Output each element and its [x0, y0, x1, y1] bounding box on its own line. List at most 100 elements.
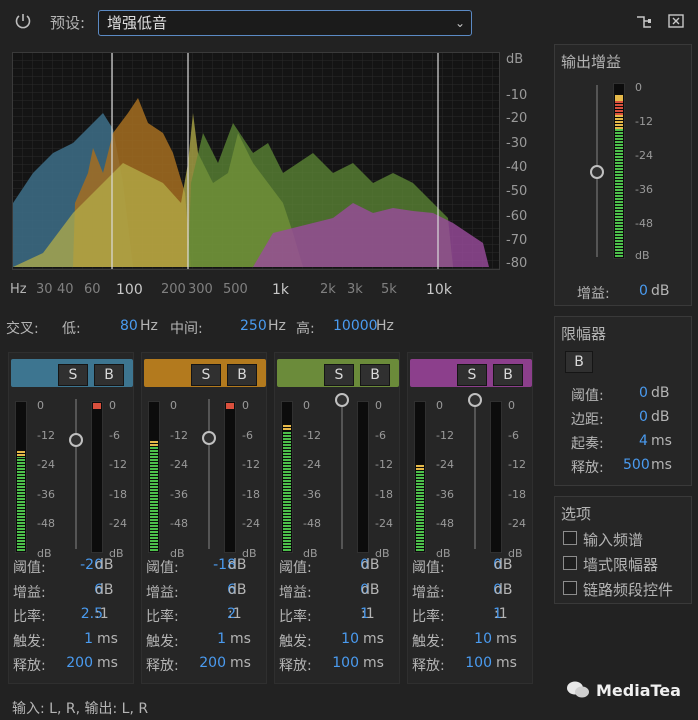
limiter-attack-unit: ms: [651, 433, 672, 449]
chat-icon: [566, 680, 590, 700]
band-ratio-label: 比率:: [412, 609, 445, 625]
band-attack-value[interactable]: 10: [474, 631, 492, 647]
band-solo-button[interactable]: S: [457, 364, 487, 386]
crossover-low-value[interactable]: 80: [120, 318, 138, 334]
band-gain-slider-track[interactable]: [474, 399, 476, 549]
band-release-value[interactable]: 200: [66, 655, 93, 671]
gr-tick: -12: [109, 458, 127, 471]
freq-tick: 30: [36, 282, 53, 297]
band-ratio-unit: :1: [228, 606, 242, 622]
link-band-controls-checkbox[interactable]: [563, 581, 577, 595]
crossover-high-value[interactable]: 10000: [333, 318, 378, 334]
input-spectrum-label[interactable]: 输入频谱: [583, 529, 643, 550]
input-tick: -12: [436, 428, 454, 442]
band-gain-slider-knob[interactable]: [202, 431, 216, 445]
band-bypass-button[interactable]: B: [94, 364, 124, 386]
band-attack-value[interactable]: 1: [84, 631, 93, 647]
band-gain-slider-track[interactable]: [341, 399, 343, 549]
routing-icon[interactable]: [636, 14, 652, 30]
limiter-attack-value[interactable]: 4: [639, 433, 648, 449]
band-bypass-button[interactable]: B: [360, 364, 390, 386]
band-input-meter: [414, 401, 426, 553]
output-gain-value[interactable]: 0: [639, 283, 648, 299]
band-threshold-label: 阈值:: [13, 560, 46, 576]
band-gain-label: 增益:: [146, 584, 179, 601]
band-release-value[interactable]: 100: [465, 655, 492, 671]
band-release-label: 释放:: [279, 658, 312, 674]
band-gain-slider-track[interactable]: [208, 399, 210, 549]
output-gain-panel: 输出增益 0 -12 -24 -36 -48 dB 增益: 0 dB: [554, 44, 692, 306]
band-attack-unit: ms: [97, 630, 118, 647]
band-release-value[interactable]: 200: [199, 655, 226, 671]
band-release-value[interactable]: 100: [332, 655, 359, 671]
brickwall-limiter-label[interactable]: 墙式限幅器: [583, 554, 658, 575]
limiter-threshold-unit: dB: [651, 385, 670, 401]
limiter-release-unit: ms: [651, 457, 672, 473]
band-gain-slider-knob[interactable]: [69, 433, 83, 447]
limiter-threshold-value[interactable]: 0: [639, 385, 648, 401]
chevron-down-icon: ⌄: [454, 16, 465, 30]
input-tick: -48: [170, 517, 188, 530]
output-gain-unit: dB: [651, 283, 670, 299]
band-gain-label: 增益:: [412, 584, 445, 601]
band-gain-unit: dB: [494, 581, 513, 598]
band-attack-value[interactable]: 10: [341, 631, 359, 647]
band-attack-unit: ms: [363, 630, 384, 647]
band-gain-label: 增益:: [279, 584, 312, 601]
db-tick: -30: [506, 136, 528, 151]
spectrum-display[interactable]: [12, 52, 500, 270]
input-tick: -24: [436, 458, 454, 471]
band-solo-button[interactable]: S: [191, 364, 221, 386]
window-icon[interactable]: [668, 14, 684, 28]
output-tick: dB: [635, 249, 650, 262]
db-tick: -20: [506, 111, 528, 126]
input-tick: -12: [303, 428, 321, 442]
preset-label: 预设:: [50, 14, 86, 32]
output-gain-slider-knob[interactable]: [590, 165, 604, 179]
band-attack-value[interactable]: 1: [217, 631, 226, 647]
band-bypass-button[interactable]: B: [227, 364, 257, 386]
input-tick: -48: [436, 517, 454, 530]
frequency-scale: Hz 30 40 60 100 200 300 500 1k 2k 3k 5k …: [10, 282, 500, 300]
band-solo-button[interactable]: S: [58, 364, 88, 386]
band-gain-slider-knob[interactable]: [335, 393, 349, 407]
crossover-high-label: 高:: [296, 321, 315, 337]
limiter-margin-value[interactable]: 0: [639, 409, 648, 425]
band-solo-button[interactable]: S: [324, 364, 354, 386]
crossover-mid-value[interactable]: 250: [240, 318, 267, 334]
brickwall-limiter-checkbox[interactable]: [563, 556, 577, 570]
band-header: S B: [144, 359, 266, 387]
band-input-meter: [148, 401, 160, 553]
limiter-release-label: 释放:: [571, 460, 604, 476]
band-attack-unit: ms: [230, 630, 251, 647]
power-icon[interactable]: [14, 12, 32, 30]
band-release-unit: ms: [496, 655, 517, 671]
db-tick: -70: [506, 233, 528, 248]
link-band-controls-label[interactable]: 链路频段控件: [583, 579, 673, 600]
gr-tick: -18: [242, 487, 260, 501]
limiter-threshold-label: 阈值:: [571, 388, 604, 404]
crossover-low-label: 低:: [62, 321, 81, 337]
band-gain-slider-knob[interactable]: [468, 393, 482, 407]
band-bypass-button[interactable]: B: [493, 364, 523, 386]
output-level-meter: [613, 83, 625, 259]
band-ratio-label: 比率:: [13, 609, 46, 625]
band-attack-label: 触发:: [146, 633, 179, 650]
input-spectrum-checkbox[interactable]: [563, 531, 577, 545]
gr-tick: -18: [109, 487, 127, 501]
gr-tick: -18: [508, 487, 526, 501]
db-scale: dB -10 -20 -30 -40 -50 -60 -70 -80: [488, 52, 528, 271]
limiter-bypass-button[interactable]: B: [565, 351, 593, 373]
band-gain-slider-track[interactable]: [75, 399, 77, 549]
band-threshold-label: 阈值:: [412, 560, 445, 576]
freq-tick: 10k: [426, 282, 452, 298]
limiter-release-value[interactable]: 500: [623, 457, 650, 473]
crossover-low-unit: Hz: [140, 318, 158, 334]
output-gain-title: 输出增益: [561, 53, 622, 71]
preset-dropdown[interactable]: 增强低音 ⌄: [98, 10, 472, 36]
band-release-label: 释放:: [13, 658, 46, 674]
gr-tick: -12: [508, 458, 526, 471]
band-reduction-meter: [490, 401, 502, 553]
band-threshold-unit: dB: [494, 557, 513, 573]
input-tick: -48: [303, 517, 321, 530]
